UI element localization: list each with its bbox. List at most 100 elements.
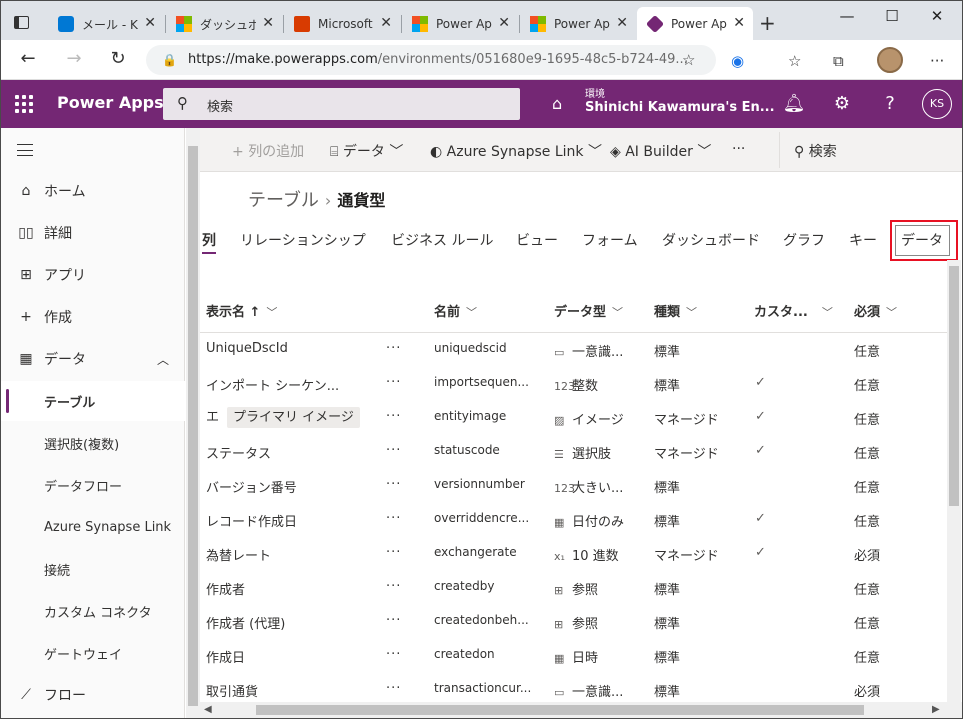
collections-icon[interactable]: ⧉ [833, 52, 844, 70]
row-more-button[interactable]: ··· [386, 545, 401, 560]
display-name-cell[interactable]: エプライマリ イメージ [206, 406, 360, 428]
back-icon[interactable]: ← [16, 48, 40, 69]
data-menu-button[interactable]: ⌸ データ ﹀ [330, 141, 403, 161]
browser-tab-powerapps-1[interactable]: Power Ap ✕ [402, 7, 518, 41]
tab-dashboards[interactable]: ダッシュボード [662, 230, 760, 250]
display-name-cell[interactable]: 作成者 (代理) [206, 613, 285, 632]
tab-business-rules[interactable]: ビジネス ルール [391, 230, 493, 250]
hamburger-icon[interactable] [17, 144, 33, 156]
breadcrumb-tables-link[interactable]: テーブル [248, 190, 319, 211]
sidebar-item-learn[interactable]: ▯▯ 詳細 [0, 213, 185, 253]
display-name-cell[interactable]: インポート シーケン... [206, 375, 339, 394]
sidebar-item-apps[interactable]: ⊞ アプリ [0, 255, 185, 295]
browser-tab-microsoft[interactable]: Microsoft ✕ [284, 7, 400, 41]
environment-name[interactable]: Shinichi Kawamura's En... [585, 100, 775, 115]
close-tab-icon[interactable]: ✕ [616, 15, 628, 31]
sidebar-item-connections[interactable]: 接続 [0, 549, 185, 589]
row-more-button[interactable]: ··· [386, 681, 401, 696]
app-title[interactable]: Power Apps [57, 93, 164, 112]
close-tab-icon[interactable]: ✕ [733, 15, 745, 31]
close-tab-icon[interactable]: ✕ [380, 15, 392, 31]
browser-tab-dashboard[interactable]: ダッシュボー ✕ [166, 7, 282, 41]
more-icon[interactable]: ··· [930, 52, 944, 70]
column-header-data-type[interactable]: データ型 ﹀ [554, 301, 623, 320]
notification-icon[interactable]: 🔔︎ [782, 93, 806, 114]
column-header-name[interactable]: 名前 ﹀ [434, 301, 477, 320]
refresh-icon[interactable]: ↻ [106, 48, 130, 69]
tab-actions-icon[interactable] [14, 16, 29, 29]
sidebar-item-create[interactable]: + 作成 [0, 297, 185, 337]
search-input[interactable]: ⚲ 検索 [163, 88, 520, 120]
sidebar-item-gateways[interactable]: ゲートウェイ [0, 633, 185, 673]
sidebar-scrollbar[interactable] [186, 128, 200, 719]
display-name-cell[interactable]: UniqueDscId [206, 341, 288, 356]
sidebar-item-custom-connectors[interactable]: カスタム コネクタ [0, 591, 185, 631]
tab-columns[interactable]: 列 [202, 230, 216, 250]
scroll-right-icon[interactable]: ▶ [932, 704, 940, 715]
tab-charts[interactable]: グラフ [783, 230, 825, 250]
display-name-cell[interactable]: 作成者 [206, 579, 245, 598]
scrollbar-thumb[interactable] [256, 705, 864, 715]
column-header-kind[interactable]: 種類 ﹀ [654, 301, 697, 320]
row-more-button[interactable]: ··· [386, 443, 401, 458]
sidebar-item-tables[interactable]: テーブル [0, 381, 185, 421]
display-name-cell[interactable]: レコード作成日 [206, 511, 297, 530]
browser-tab-powerapps-active[interactable]: Power Ap ✕ [637, 7, 753, 41]
main-vertical-scrollbar[interactable] [947, 260, 961, 702]
tab-views[interactable]: ビュー [516, 230, 558, 250]
close-tab-icon[interactable]: ✕ [262, 15, 274, 31]
scroll-left-icon[interactable]: ◀ [204, 704, 212, 715]
new-tab-icon[interactable]: + [759, 11, 776, 35]
row-more-button[interactable]: ··· [386, 579, 401, 594]
row-more-button[interactable]: ··· [386, 341, 401, 356]
row-more-button[interactable]: ··· [386, 477, 401, 492]
tab-relationships[interactable]: リレーションシップ [240, 230, 366, 250]
scrollbar-thumb[interactable] [949, 266, 959, 506]
close-tab-icon[interactable]: ✕ [498, 15, 510, 31]
tab-keys[interactable]: キー [849, 230, 877, 250]
column-header-display-name[interactable]: 表示名 ↑ ﹀ [206, 301, 277, 320]
synapse-link-button[interactable]: ◐ Azure Synapse Link ﹀ [430, 141, 602, 161]
row-more-button[interactable]: ··· [386, 375, 401, 390]
browser-tab-powerapps-2[interactable]: Power Ap ✕ [520, 7, 636, 41]
tab-forms[interactable]: フォーム [582, 230, 638, 250]
sidebar-item-home[interactable]: ⌂ ホーム [0, 171, 185, 211]
sidebar-item-synapse[interactable]: Azure Synapse Link [0, 507, 185, 547]
sidebar-item-dataflows[interactable]: データフロー [0, 465, 185, 505]
gear-icon[interactable]: ⚙ [830, 93, 854, 114]
extension-icon[interactable]: ◉ [731, 52, 744, 70]
display-name-cell[interactable]: 作成日 [206, 647, 245, 666]
close-tab-icon[interactable]: ✕ [144, 15, 156, 31]
display-name-cell[interactable]: 為替レート [206, 545, 271, 564]
row-more-button[interactable]: ··· [386, 647, 401, 662]
help-icon[interactable]: ? [878, 93, 902, 114]
column-header-custom[interactable]: カスタ... ﹀ [754, 301, 833, 320]
avatar[interactable] [877, 47, 903, 73]
close-window-icon[interactable]: ✕ [922, 5, 952, 27]
favorites-icon[interactable]: ☆ [788, 52, 801, 70]
table-search-input[interactable]: ⚲ 検索 [794, 141, 837, 161]
add-column-button[interactable]: + 列の追加 [232, 141, 304, 161]
display-name-cell[interactable]: ステータス [206, 443, 271, 462]
more-commands-button[interactable]: ··· [732, 141, 745, 157]
sidebar-item-flows[interactable]: ⟋ フロー [0, 675, 185, 715]
add-favorite-icon[interactable]: ☆ [682, 51, 695, 69]
sidebar-item-data[interactable]: ▦ データ ︿ [0, 339, 185, 379]
main-horizontal-scrollbar[interactable]: ◀ ▶ [200, 702, 963, 719]
display-name-cell[interactable]: 取引通貨 [206, 681, 258, 700]
sidebar-item-choices[interactable]: 選択肢(複数) [0, 423, 185, 463]
display-name-cell[interactable]: バージョン番号 [206, 477, 297, 496]
row-more-button[interactable]: ··· [386, 511, 401, 526]
user-badge[interactable]: KS [922, 89, 952, 119]
row-more-button[interactable]: ··· [386, 613, 401, 628]
lock-icon[interactable]: 🔒 [162, 53, 177, 67]
browser-tab-outlook[interactable]: メール - Ka ✕ [48, 7, 164, 41]
forward-icon[interactable]: → [62, 48, 86, 69]
minimize-icon[interactable]: — [832, 5, 862, 27]
maximize-icon[interactable]: ☐ [877, 5, 907, 27]
row-more-button[interactable]: ··· [386, 409, 401, 424]
column-header-required[interactable]: 必須 ﹀ [854, 301, 897, 320]
url-field[interactable]: https://make.powerapps.com/environments/… [146, 45, 716, 75]
app-launcher-icon[interactable] [15, 95, 33, 113]
ai-builder-button[interactable]: ◈ AI Builder ﹀ [610, 141, 711, 161]
